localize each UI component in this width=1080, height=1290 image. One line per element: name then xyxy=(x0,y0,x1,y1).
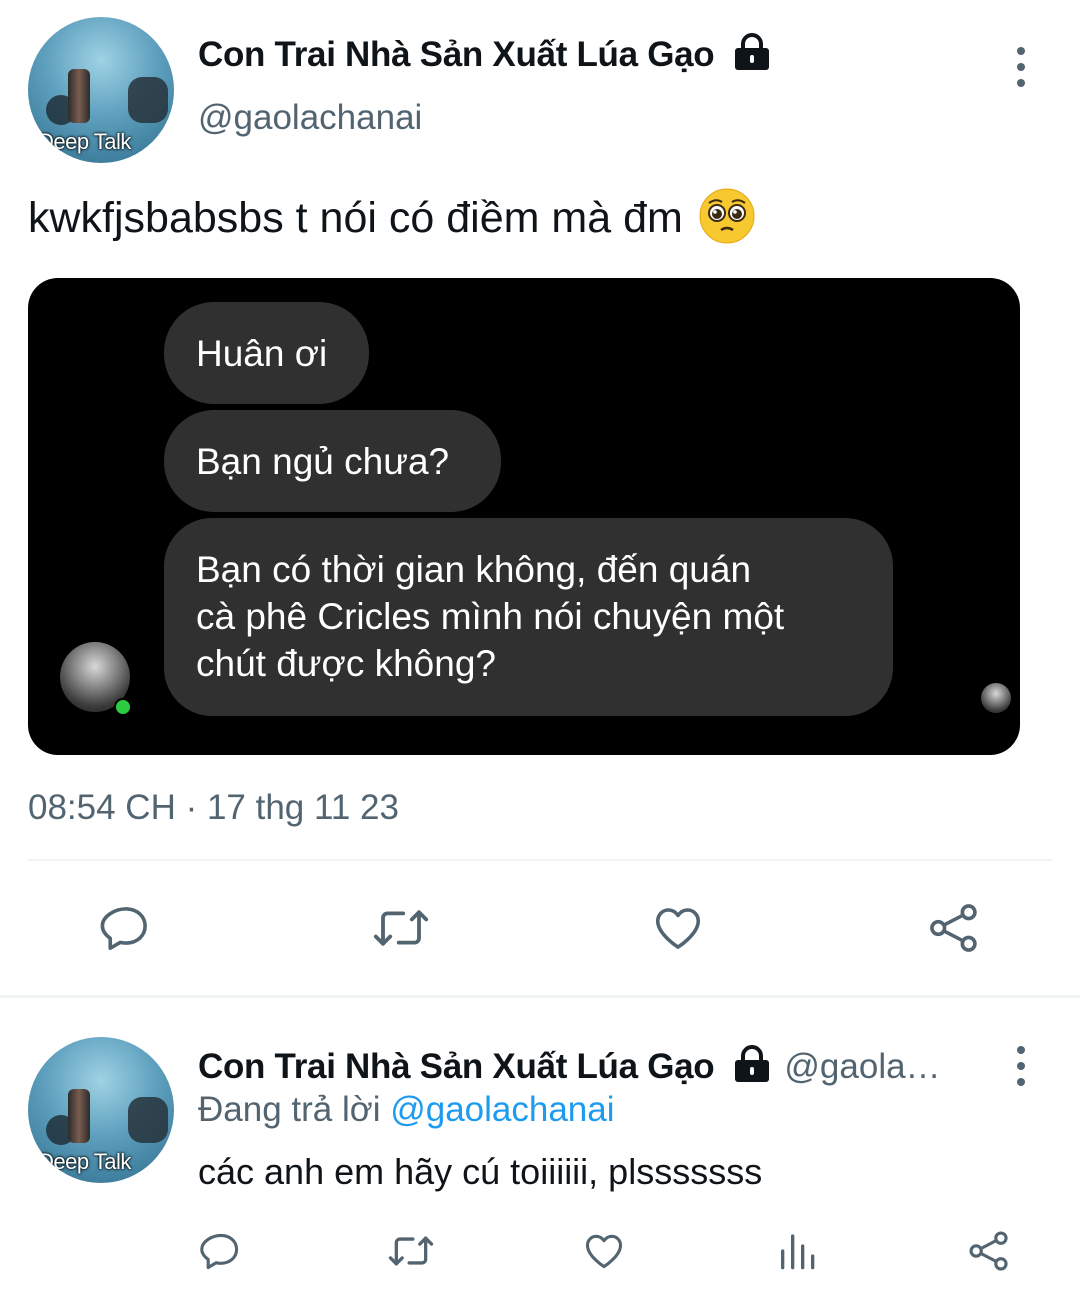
chat-message-bubble: Bạn ngủ chưa? xyxy=(164,410,501,512)
replying-to-mention[interactable]: @gaolachanai xyxy=(390,1090,614,1129)
more-options-icon[interactable] xyxy=(1011,1046,1031,1094)
reply-icon[interactable] xyxy=(196,1226,246,1276)
avatar-photo-detail xyxy=(68,69,90,123)
seen-receipt-avatar xyxy=(981,683,1011,713)
replying-to-label: Đang trả lời xyxy=(198,1090,381,1129)
tweet-text-row: kwkfjsbabsbs t nói có điềm mà đm xyxy=(28,188,755,249)
retweet-icon[interactable] xyxy=(371,898,431,958)
like-icon[interactable] xyxy=(648,898,708,958)
reply-author-row: Con Trai Nhà Sản Xuất Lúa Gạo @gaola… xyxy=(198,1045,941,1088)
lock-icon xyxy=(732,1045,772,1088)
author-handle[interactable]: @gaolachanai xyxy=(198,98,422,138)
analytics-icon[interactable] xyxy=(771,1226,821,1276)
chat-message-text: Huân ơi xyxy=(196,333,328,374)
author-display-name[interactable]: Con Trai Nhà Sản Xuất Lúa Gạo xyxy=(198,35,715,75)
chat-message-line: cà phê Cricles mình nói chuyện một xyxy=(196,596,785,637)
section-divider xyxy=(0,995,1080,998)
author-avatar[interactable]: Deep Talk xyxy=(28,17,174,163)
reply-author-display-name[interactable]: Con Trai Nhà Sản Xuất Lúa Gạo xyxy=(198,1047,715,1087)
reply-author-avatar[interactable]: Deep Talk xyxy=(28,1037,174,1183)
share-icon[interactable] xyxy=(924,898,984,958)
avatar-photo-detail xyxy=(68,1089,90,1143)
reply-icon[interactable] xyxy=(96,898,156,958)
chat-message-bubble: Bạn có thời gian không, đến quán cà phê … xyxy=(164,518,893,716)
reply-author-handle[interactable]: @gaola… xyxy=(784,1047,940,1087)
retweet-icon[interactable] xyxy=(386,1226,436,1276)
avatar-caption: Deep Talk xyxy=(38,129,131,154)
tweet-text: kwkfjsbabsbs t nói có điềm mà đm xyxy=(28,194,683,242)
chat-message-text: Bạn ngủ chưa? xyxy=(196,441,450,482)
tweet-media-image[interactable]: Huân ơi Bạn ngủ chưa? Bạn có thời gian k… xyxy=(28,278,1020,755)
pleading-face-emoji xyxy=(699,188,755,249)
chat-message-bubble: Huân ơi xyxy=(164,302,369,404)
share-icon[interactable] xyxy=(964,1226,1014,1276)
reply-tweet-text: các anh em hãy cú toiiiiii, plsssssss xyxy=(198,1151,763,1192)
lock-icon xyxy=(732,33,772,76)
more-options-icon[interactable] xyxy=(1011,47,1031,95)
online-status-dot xyxy=(114,698,132,716)
replying-to-line: Đang trả lời @gaolachanai xyxy=(198,1090,615,1130)
like-icon[interactable] xyxy=(579,1226,629,1276)
avatar-photo-detail xyxy=(128,1097,168,1143)
avatar-photo-detail xyxy=(128,77,168,123)
chat-message-line: chút được không? xyxy=(196,643,496,684)
divider xyxy=(28,859,1052,861)
chat-message-line: Bạn có thời gian không, đến quán xyxy=(196,549,752,590)
tweet-timestamp[interactable]: 08:54 CH · 17 thg 11 23 xyxy=(28,788,399,828)
author-name-row: Con Trai Nhà Sản Xuất Lúa Gạo xyxy=(198,33,772,76)
avatar-caption: Deep Talk xyxy=(38,1149,131,1174)
